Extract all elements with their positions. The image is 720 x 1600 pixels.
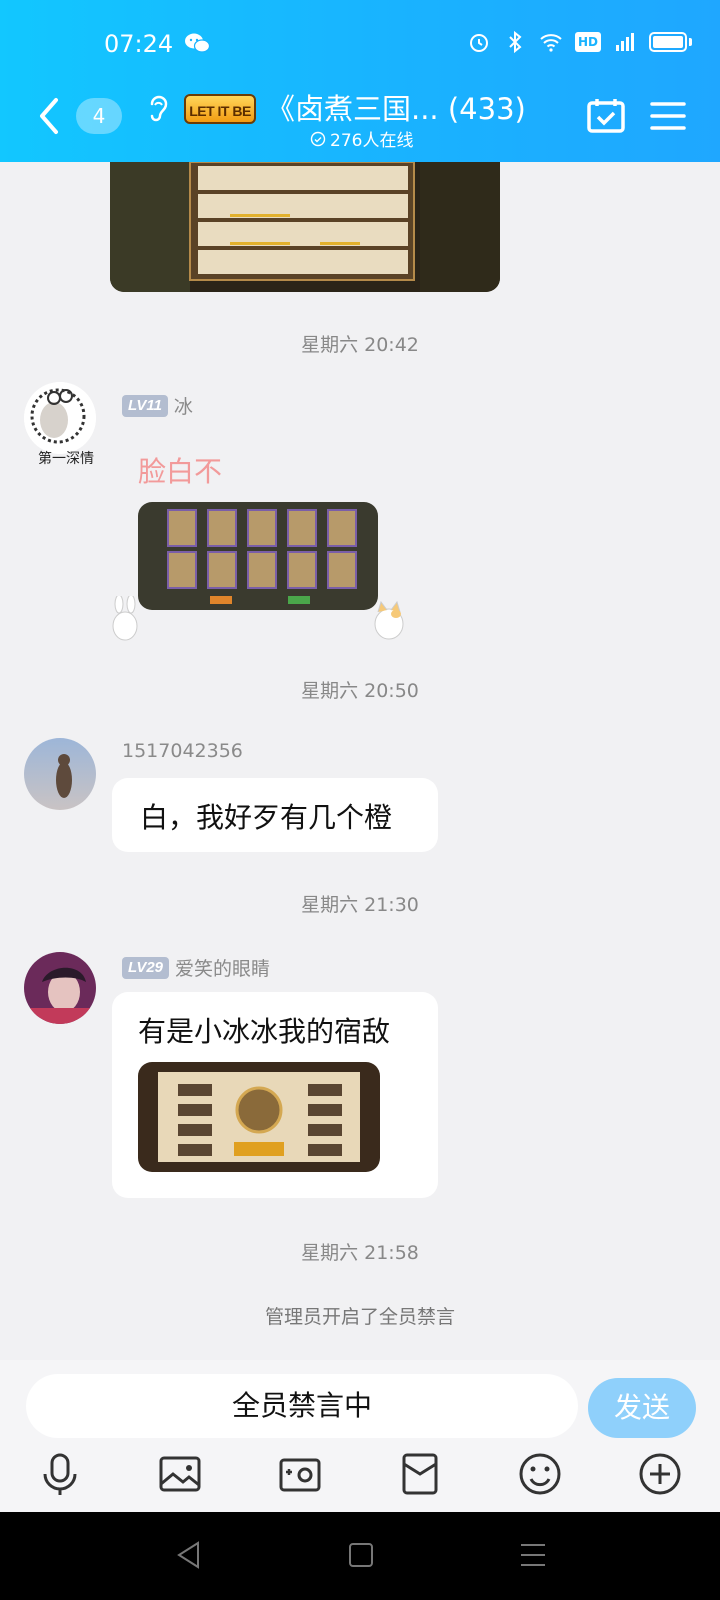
image-icon[interactable] (158, 1452, 202, 1496)
timestamp: 星期六 20:50 (301, 680, 419, 702)
timestamp: 星期六 21:58 (301, 1242, 419, 1264)
alarm-icon (469, 34, 488, 52)
group-title[interactable]: 《卤煮三国... (433) (266, 86, 526, 128)
online-count: 276人在线 (310, 126, 413, 151)
timestamp: 星期六 21:30 (301, 894, 419, 916)
avatar[interactable] (24, 738, 96, 810)
red-packet-icon[interactable] (398, 1452, 442, 1496)
group-logo: LET IT BE (184, 94, 256, 124)
avatar-image (24, 382, 96, 454)
back-icon[interactable] (36, 96, 62, 136)
image-message-leaderboard[interactable] (110, 162, 500, 292)
calendar-check-icon[interactable] (586, 96, 626, 136)
unread-count-badge[interactable]: 4 (76, 98, 122, 134)
avatar-caption: 第一深情 (38, 451, 94, 467)
send-button[interactable]: 发送 (588, 1378, 696, 1438)
message-bubble[interactable]: 白，我好歹有几个橙 (112, 778, 438, 852)
message-text: 有是小冰冰我的宿敌 (138, 1015, 391, 1048)
sender-name-line: LV29 爱笑的眼睛 (122, 954, 270, 981)
hd-badge: HD (574, 32, 601, 52)
check-circle-icon (310, 131, 326, 146)
sender-name-line: LV11 冰 (122, 392, 193, 419)
bluetooth-icon (509, 30, 522, 54)
system-message: 管理员开启了全员禁言 (264, 1306, 455, 1328)
nav-home-icon[interactable] (346, 1540, 376, 1570)
image-message-tournament[interactable] (138, 1062, 380, 1172)
sender-name[interactable]: 爱笑的眼睛 (175, 954, 270, 981)
level-badge: LV11 (122, 394, 168, 417)
system-nav-bar (0, 1512, 720, 1600)
timestamp: 星期六 20:42 (301, 334, 419, 356)
avatar[interactable] (24, 382, 96, 454)
avatar-image (24, 952, 96, 1024)
plus-icon[interactable] (638, 1452, 682, 1496)
wechat-icon (185, 33, 210, 53)
ear-icon[interactable] (144, 92, 170, 124)
sender-name[interactable]: 1517042356 (122, 740, 243, 762)
input-toolbar (0, 1452, 720, 1508)
nav-back-icon[interactable] (174, 1540, 204, 1570)
cards-screenshot (138, 502, 378, 610)
menu-icon[interactable] (650, 100, 686, 132)
message-text: 白，我好歹有几个橙 (140, 801, 393, 834)
status-icons: HD (467, 30, 692, 54)
message-input[interactable]: 全员禁言中 (26, 1374, 578, 1438)
tournament-screenshot (138, 1062, 380, 1172)
emoji-icon[interactable] (518, 1452, 562, 1496)
avatar-image (24, 738, 96, 810)
chat-header: 07:24 HD 4 LET IT BE 《卤煮三国... (433) 276人… (0, 0, 720, 162)
sender-name[interactable]: 冰 (174, 392, 193, 419)
status-time: 07:24 (104, 30, 174, 58)
signal-icon (616, 33, 634, 51)
wifi-icon (540, 34, 562, 52)
battery-icon (649, 32, 687, 52)
bunny-sticker-icon (112, 596, 138, 641)
cat-sticker-icon (374, 600, 404, 640)
input-area: 全员禁言中 发送 (0, 1360, 720, 1512)
voice-icon[interactable] (38, 1452, 82, 1496)
message-text-colored: 脸白不 (138, 455, 223, 488)
nav-recents-icon[interactable] (518, 1540, 548, 1570)
level-badge: LV29 (122, 956, 170, 979)
camera-icon[interactable] (278, 1452, 322, 1496)
message-bubble[interactable]: 有是小冰冰我的宿敌 (112, 992, 438, 1198)
sender-name-line: 1517042356 (122, 740, 243, 762)
avatar[interactable] (24, 952, 96, 1024)
online-count-text: 276人在线 (330, 131, 414, 151)
image-message-cards[interactable] (138, 502, 378, 610)
leaderboard-screenshot (110, 162, 500, 292)
